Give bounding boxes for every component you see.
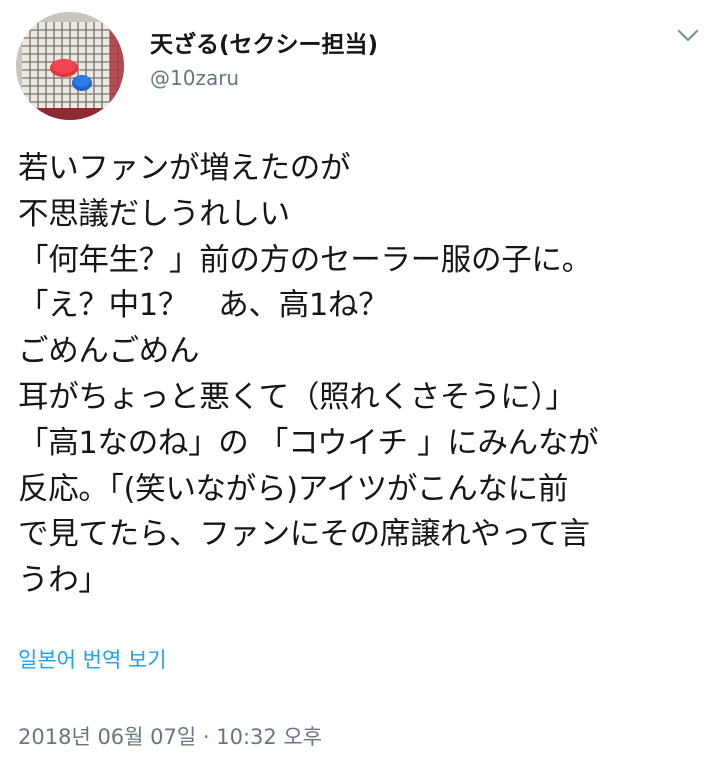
tweet-card: 天ざる(セクシー担当) @10zaru 若いファンが増えたのが 不思議だしうれし… [0, 0, 720, 760]
chevron-down-icon [677, 29, 699, 42]
avatar-photo-icon [16, 12, 124, 120]
tweet-timestamp[interactable]: 2018년 06월 07일 · 10:32 오후 [18, 722, 322, 752]
tweet-menu-button[interactable] [676, 26, 700, 46]
translate-tweet-link[interactable]: 일본어 번역 보기 [18, 646, 167, 674]
author-display-name[interactable]: 天ざる(セクシー担当) [150, 30, 630, 60]
author-handle[interactable]: @10zaru [150, 64, 630, 92]
avatar[interactable] [16, 12, 124, 120]
tweet-text: 若いファンが増えたのが 不思議だしうれしい 「何年生？」前の方のセーラー服の子に… [18, 151, 599, 599]
author-block: 天ざる(セクシー担当) @10zaru [150, 30, 630, 92]
